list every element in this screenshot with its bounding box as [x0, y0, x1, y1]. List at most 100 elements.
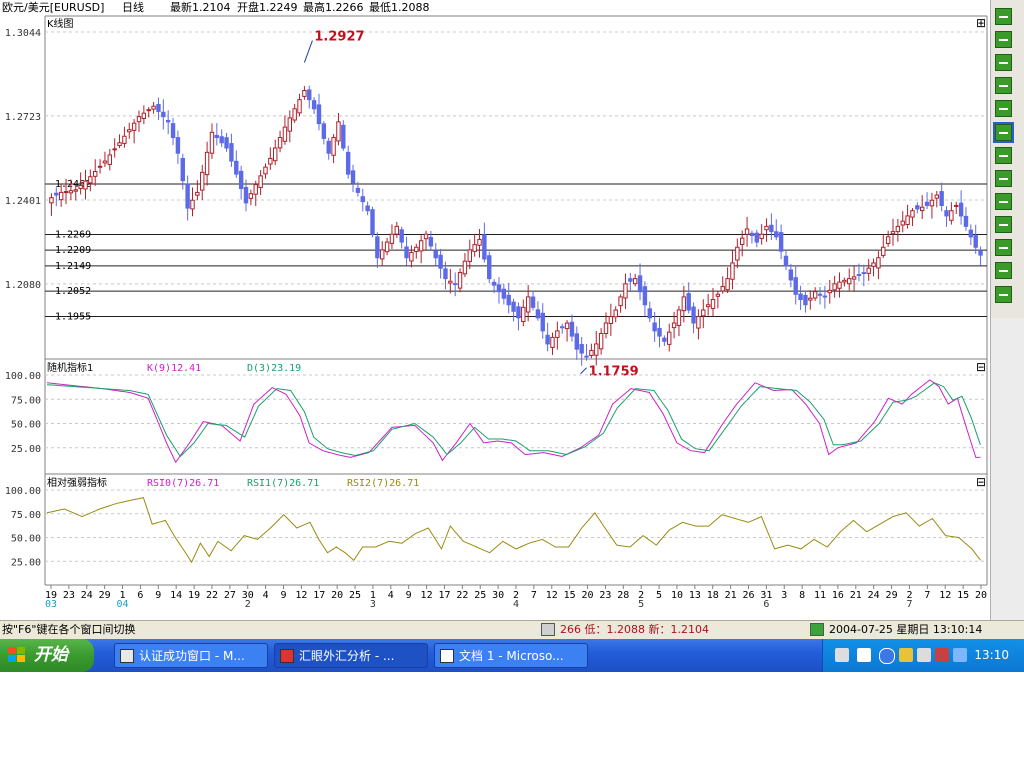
x-date-label: 29: [99, 590, 111, 601]
system-tray: 13:10: [822, 639, 1024, 672]
channel-tool-icon[interactable]: [995, 147, 1012, 164]
candle-down: [647, 308, 652, 319]
candle-up: [847, 278, 852, 285]
candle-down: [652, 322, 657, 332]
chart-area[interactable]: 1.30441.27231.24011.20801.24621.22691.22…: [0, 0, 990, 620]
task-word-document[interactable]: 文档 1 - Microso...: [434, 643, 588, 668]
candle-down: [939, 191, 944, 206]
candle-down: [662, 337, 667, 342]
calculator-icon[interactable]: [541, 623, 555, 636]
candle-up: [394, 225, 400, 235]
task-forex-analysis[interactable]: 汇眼外汇分析 - ...: [274, 643, 428, 668]
stoch-k-legend: K(9)12.41: [147, 363, 201, 374]
candle-up: [297, 99, 302, 114]
help-icon[interactable]: [857, 648, 871, 662]
candle-down: [156, 104, 161, 112]
candle-up: [248, 193, 254, 199]
candle-up: [477, 238, 482, 246]
candle-down: [165, 119, 171, 123]
candle-down: [341, 124, 346, 149]
candle-down: [355, 187, 361, 193]
x-date-label: 28: [617, 590, 629, 601]
candle-down: [399, 229, 404, 243]
rsi-collapse-icon[interactable]: ⊟: [976, 475, 986, 489]
x-date-label: 9: [406, 590, 412, 601]
candle-up: [715, 293, 721, 297]
ray-tool-icon[interactable]: [995, 77, 1012, 94]
candle-up: [122, 135, 127, 144]
messenger-icon[interactable]: [953, 648, 967, 662]
stoch-collapse-icon[interactable]: ⊟: [976, 360, 986, 374]
gann-tool-icon[interactable]: [995, 216, 1012, 233]
x-date-label: 21: [850, 590, 862, 601]
chart-app-icon: [280, 649, 294, 663]
candle-up: [302, 90, 307, 97]
candle-down: [637, 275, 643, 293]
x-date-label: 15: [564, 590, 576, 601]
candle-up: [881, 246, 886, 256]
candle-up: [97, 165, 103, 168]
candle-up: [905, 215, 910, 225]
line-tool-icon[interactable]: [995, 54, 1012, 71]
cursor-tool-icon[interactable]: [995, 8, 1012, 25]
x-date-label: 12: [421, 590, 433, 601]
candle-up: [136, 116, 142, 123]
candle-down: [535, 309, 541, 319]
x-date-label: 19: [188, 590, 200, 601]
candle-down: [798, 293, 803, 301]
candle-down: [973, 235, 978, 248]
x-date-label: 23: [63, 590, 75, 601]
candle-down: [569, 321, 575, 337]
rectangle-tool-icon[interactable]: [995, 262, 1012, 279]
candle-up: [866, 267, 871, 274]
candle-up: [83, 180, 88, 190]
candle-up: [676, 309, 682, 326]
candle-up: [117, 142, 122, 147]
candle-down: [822, 295, 828, 298]
grid-tool-icon[interactable]: [995, 239, 1012, 256]
light-bulb-icon[interactable]: [810, 623, 824, 636]
candle-up: [209, 131, 215, 154]
task-auth-window[interactable]: 认证成功窗口 - M...: [114, 643, 268, 668]
candle-up: [589, 349, 594, 357]
kline-expand-icon[interactable]: ⊞: [976, 16, 986, 30]
osc-ytick-label: 50.00: [11, 420, 41, 431]
candle-up: [613, 309, 618, 318]
candle-down: [817, 293, 823, 296]
fibonacci-tool-icon[interactable]: [995, 170, 1012, 187]
candle-down: [482, 234, 487, 260]
network-icon[interactable]: [899, 648, 913, 662]
candle-down: [365, 205, 370, 212]
candle-down: [404, 246, 409, 259]
delete-tool-icon[interactable]: [995, 286, 1012, 303]
text-tool-icon[interactable]: [995, 31, 1012, 48]
candle-down: [170, 123, 176, 139]
candle-down: [642, 286, 648, 306]
security-icon[interactable]: [935, 648, 949, 662]
windows-logo-icon: [8, 647, 26, 663]
x-date-label: 29: [886, 590, 898, 601]
candle-up: [93, 171, 98, 177]
keyboard-icon[interactable]: [835, 648, 849, 662]
candle-up: [871, 262, 876, 267]
task-label: 文档 1 - Microso...: [459, 649, 564, 663]
candle-up: [851, 276, 857, 280]
candle-down: [311, 100, 317, 110]
horizontal-line-tool-icon[interactable]: [993, 122, 1014, 143]
kline-ytick-label: 1.2080: [5, 280, 41, 291]
candle-down: [958, 202, 964, 217]
candle-up: [521, 306, 526, 323]
candle-up: [277, 137, 283, 149]
candle-down: [375, 236, 380, 259]
start-button[interactable]: 开始: [0, 639, 94, 672]
cycle-tool-icon[interactable]: [995, 193, 1012, 210]
volume-icon[interactable]: [917, 648, 931, 662]
kline-ytick-label: 1.2723: [5, 112, 41, 123]
segment-tool-icon[interactable]: [995, 100, 1012, 117]
chevron-left-icon[interactable]: [879, 648, 895, 664]
x-date-label: 7: [924, 590, 930, 601]
level-label: 1.1955: [55, 312, 91, 323]
candle-up: [73, 189, 78, 192]
x-date-label: 21: [725, 590, 737, 601]
candle-up: [720, 285, 725, 292]
